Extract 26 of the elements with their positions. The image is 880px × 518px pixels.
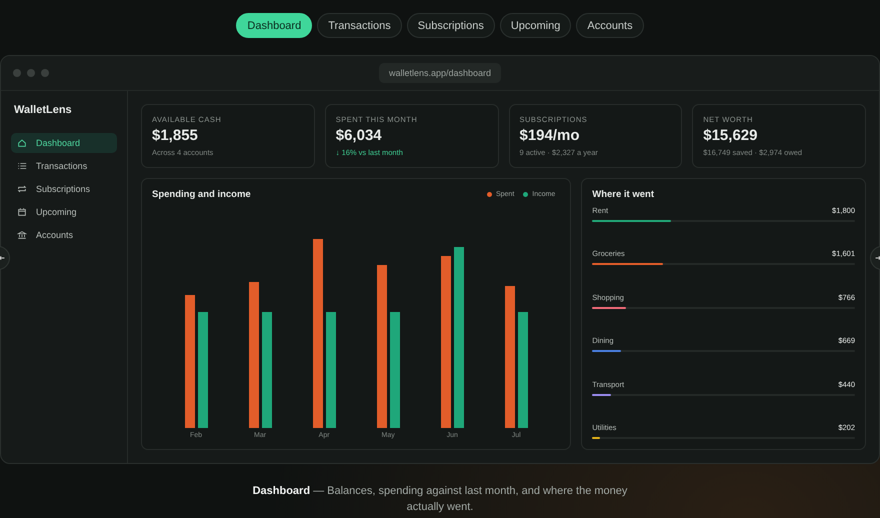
address-bar[interactable]: walletlens.app/dashboard	[378, 63, 502, 83]
home-icon	[17, 138, 27, 148]
bank-icon	[17, 230, 27, 240]
calendar-icon	[17, 207, 27, 217]
arrow-right-icon	[874, 254, 880, 262]
nav-tab[interactable]: Transactions	[317, 13, 402, 38]
panel-title: Where it went	[592, 189, 655, 200]
caption: Dashboard — Balances, spending against last month, and where the money actually went.	[252, 484, 628, 515]
nav-tab[interactable]: Dashboard	[236, 13, 312, 38]
sidebar-item[interactable]: Transactions	[11, 156, 117, 176]
stat-value: $194/mo	[520, 127, 581, 144]
sidebar-item[interactable]: Dashboard	[11, 133, 117, 153]
sidebar-item[interactable]: Accounts	[11, 225, 117, 245]
nav-tab[interactable]: Subscriptions	[406, 13, 495, 38]
nav-tab[interactable]: Upcoming	[500, 13, 572, 38]
sidebar-item[interactable]: Subscriptions	[11, 179, 117, 199]
stat-value: $1,855	[152, 127, 199, 144]
app-name: WalletLens	[14, 104, 73, 116]
list-icon	[17, 161, 27, 171]
sidebar-item[interactable]: Upcoming	[11, 202, 117, 222]
arrow-left-icon	[0, 254, 6, 262]
panel-title: Spending and income	[152, 189, 251, 200]
nav-tab[interactable]: Accounts	[576, 13, 644, 38]
stat-value: $6,034	[336, 127, 383, 144]
stat-value: $15,629	[703, 127, 758, 144]
repeat-icon	[17, 184, 27, 194]
